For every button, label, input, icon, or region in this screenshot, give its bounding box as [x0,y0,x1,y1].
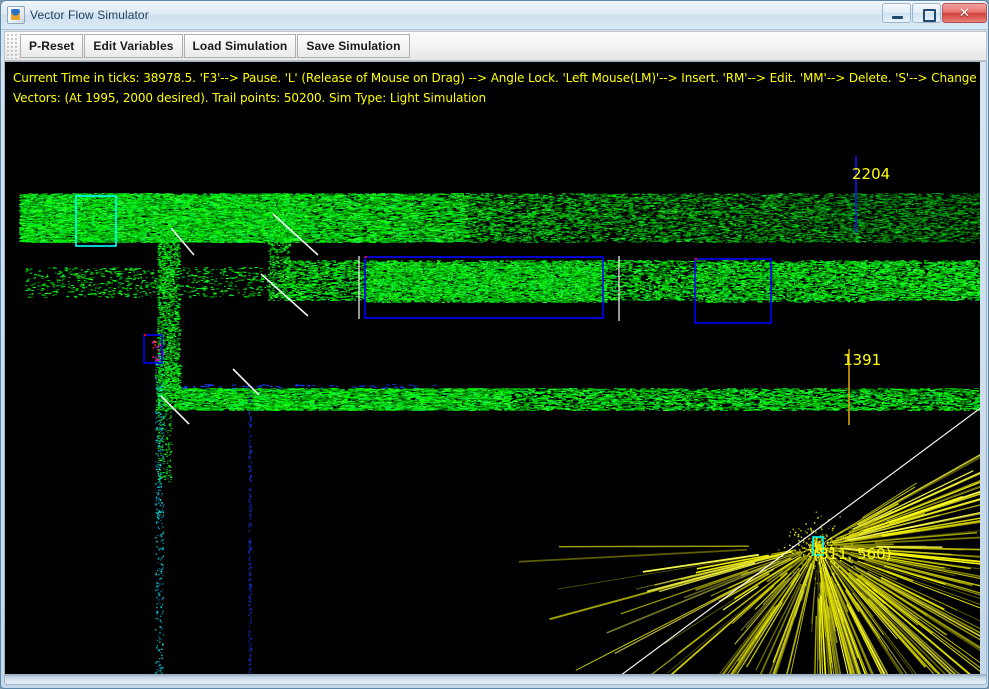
simulation-canvas[interactable]: 2204 1391 (811, 560) Current Time in ticks… [5,62,980,674]
edit-variables-button[interactable]: Edit Variables [84,34,182,58]
toolbar: P-Reset Edit Variables Load Simulation S… [4,31,987,61]
window-controls: ✕ [881,2,987,24]
simulation-render-surface[interactable]: 2204 1391 (811, 560) [5,62,980,674]
marker-label-2204: 2204 [852,165,890,183]
load-simulation-button[interactable]: Load Simulation [184,34,297,58]
java-coffee-cup-icon [7,6,25,24]
emitter-coordinate-label: (811, 560) [813,545,892,563]
window-title: Vector Flow Simulator [30,8,149,22]
save-simulation-button[interactable]: Save Simulation [297,34,409,58]
close-icon: ✕ [943,4,986,22]
window-bottom-bevel [4,675,987,685]
application-window: Vector Flow Simulator ✕ P-Reset Edit Var… [0,0,989,689]
close-button[interactable]: ✕ [942,3,987,23]
minimize-button[interactable] [882,3,911,23]
marker-label-1391: 1391 [843,351,881,369]
maximize-button[interactable] [912,3,941,23]
toolbar-drag-grip[interactable] [6,33,18,59]
minimize-icon [892,16,903,19]
p-reset-button[interactable]: P-Reset [20,34,83,58]
title-bar[interactable]: Vector Flow Simulator ✕ [1,1,989,30]
maximize-icon [923,9,936,22]
